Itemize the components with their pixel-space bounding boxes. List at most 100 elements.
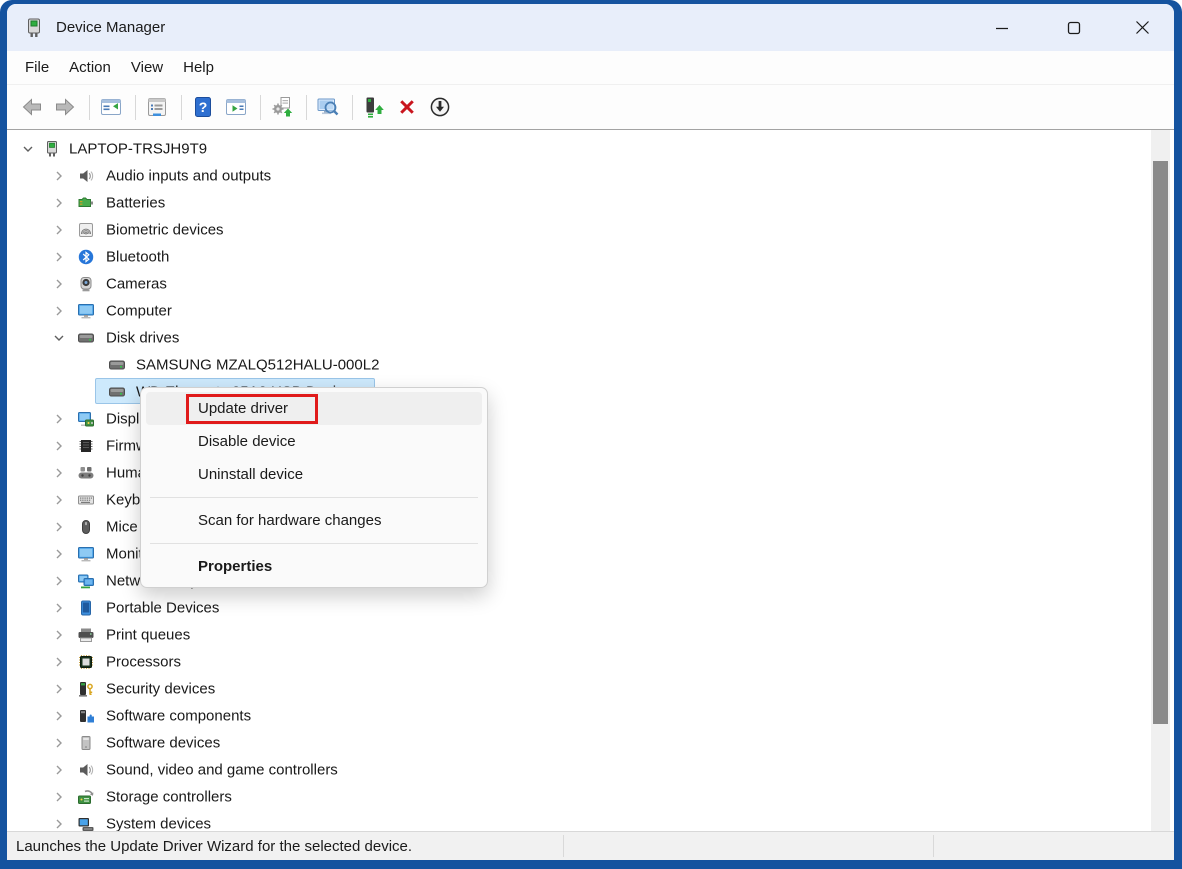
minimize-icon bbox=[995, 21, 1009, 35]
speaker-icon bbox=[77, 167, 95, 185]
svg-text:?: ? bbox=[199, 99, 208, 115]
tree-item-computer[interactable]: Computer bbox=[7, 297, 1174, 324]
tree-item-batteries[interactable]: Batteries bbox=[7, 189, 1174, 216]
vertical-scrollbar[interactable] bbox=[1151, 130, 1170, 831]
cpu-icon bbox=[77, 653, 95, 671]
tree-item-samsung-mzalq512halu-000l2[interactable]: SAMSUNG MZALQ512HALU-000L2 bbox=[7, 351, 1174, 378]
tree-item-label: System devices bbox=[106, 815, 211, 831]
tree-item-software-devices[interactable]: Software devices bbox=[7, 729, 1174, 756]
chevron-right-icon[interactable] bbox=[53, 521, 65, 533]
display-adapter-icon bbox=[77, 410, 95, 428]
toolbar-show-action-pane-button[interactable] bbox=[221, 92, 251, 122]
chevron-down-icon[interactable] bbox=[53, 332, 65, 344]
chevron-right-icon[interactable] bbox=[53, 494, 65, 506]
chevron-right-icon[interactable] bbox=[53, 170, 65, 182]
context-menu-item-uninstall-device[interactable]: Uninstall device bbox=[146, 458, 482, 491]
menu-help[interactable]: Help bbox=[173, 52, 224, 84]
toolbar-update-driver-software-button[interactable] bbox=[267, 92, 297, 122]
keyboard-icon bbox=[77, 491, 95, 509]
tree-item-laptop-trsjh9t9[interactable]: LAPTOP-TRSJH9T9 bbox=[7, 135, 1174, 162]
toolbar-separator bbox=[352, 95, 353, 120]
chevron-right-icon[interactable] bbox=[53, 710, 65, 722]
tree-item-biometric-devices[interactable]: Biometric devices bbox=[7, 216, 1174, 243]
chevron-right-icon[interactable] bbox=[53, 602, 65, 614]
printer-icon bbox=[77, 626, 95, 644]
context-menu-item-properties[interactable]: Properties bbox=[146, 550, 482, 583]
chevron-right-icon[interactable] bbox=[53, 548, 65, 560]
chevron-right-icon[interactable] bbox=[53, 737, 65, 749]
tree-item-bluetooth[interactable]: Bluetooth bbox=[7, 243, 1174, 270]
statusbar-separator bbox=[563, 835, 564, 857]
chevron-right-icon[interactable] bbox=[53, 764, 65, 776]
chevron-right-icon[interactable] bbox=[53, 413, 65, 425]
chevron-right-icon[interactable] bbox=[53, 683, 65, 695]
tree-item-label: Disk drives bbox=[106, 329, 179, 346]
menu-file[interactable]: File bbox=[15, 52, 59, 84]
properties-icon bbox=[145, 95, 169, 119]
chevron-right-icon[interactable] bbox=[53, 629, 65, 641]
device-manager-window: Device Manager FileActionViewHelp ? LAPT… bbox=[7, 4, 1174, 860]
tree-item-label: Biometric devices bbox=[106, 221, 224, 238]
chevron-down-icon[interactable] bbox=[22, 143, 34, 155]
toolbar-help-button[interactable]: ? bbox=[188, 92, 218, 122]
tree-item-portable-devices[interactable]: Portable Devices bbox=[7, 594, 1174, 621]
tree-item-security-devices[interactable]: Security devices bbox=[7, 675, 1174, 702]
toolbar-forward-button[interactable] bbox=[50, 92, 80, 122]
disk-icon bbox=[108, 356, 126, 374]
minimize-button[interactable] bbox=[966, 4, 1038, 51]
chevron-right-icon[interactable] bbox=[53, 818, 65, 830]
chevron-right-icon[interactable] bbox=[53, 575, 65, 587]
chevron-right-icon[interactable] bbox=[53, 278, 65, 290]
tree-item-label: SAMSUNG MZALQ512HALU-000L2 bbox=[136, 356, 379, 373]
tree-item-system-devices[interactable]: System devices bbox=[7, 810, 1174, 831]
software-device-icon bbox=[77, 734, 95, 752]
toolbar-update-driver-button[interactable] bbox=[359, 92, 389, 122]
toolbar-back-button[interactable] bbox=[17, 92, 47, 122]
tree-item-disk-drives[interactable]: Disk drives bbox=[7, 324, 1174, 351]
tree-item-label: Storage controllers bbox=[106, 788, 232, 805]
back-icon bbox=[20, 95, 44, 119]
tree-item-label: Security devices bbox=[106, 680, 215, 697]
chevron-right-icon[interactable] bbox=[53, 305, 65, 317]
chevron-right-icon[interactable] bbox=[53, 251, 65, 263]
context-menu-item-scan-for-hardware-changes[interactable]: Scan for hardware changes bbox=[146, 504, 482, 537]
chevron-right-icon[interactable] bbox=[53, 224, 65, 236]
tree-item-sound-video-and-game-controllers[interactable]: Sound, video and game controllers bbox=[7, 756, 1174, 783]
tree-item-label: Sound, video and game controllers bbox=[106, 761, 338, 778]
close-button[interactable] bbox=[1110, 4, 1174, 51]
tree-item-print-queues[interactable]: Print queues bbox=[7, 621, 1174, 648]
chevron-right-icon[interactable] bbox=[53, 656, 65, 668]
title-bar[interactable]: Device Manager bbox=[7, 4, 1174, 51]
tree-item-software-components[interactable]: Software components bbox=[7, 702, 1174, 729]
toolbar-scan-for-hardware-changes-button[interactable] bbox=[313, 92, 343, 122]
security-icon bbox=[77, 680, 95, 698]
tree-item-audio-inputs-and-outputs[interactable]: Audio inputs and outputs bbox=[7, 162, 1174, 189]
monitor-icon bbox=[77, 545, 95, 563]
disk-icon bbox=[77, 329, 95, 347]
help-icon: ? bbox=[191, 95, 215, 119]
scrollbar-thumb[interactable] bbox=[1153, 161, 1168, 724]
console-tree-icon bbox=[99, 95, 123, 119]
menu-view[interactable]: View bbox=[121, 52, 173, 84]
tree-item-cameras[interactable]: Cameras bbox=[7, 270, 1174, 297]
mouse-icon bbox=[77, 518, 95, 536]
chevron-right-icon[interactable] bbox=[53, 197, 65, 209]
tree-item-processors[interactable]: Processors bbox=[7, 648, 1174, 675]
menu-action[interactable]: Action bbox=[59, 52, 121, 84]
tree-item-label: Bluetooth bbox=[106, 248, 169, 265]
chevron-right-icon[interactable] bbox=[53, 467, 65, 479]
chevron-right-icon[interactable] bbox=[53, 791, 65, 803]
toolbar-separator bbox=[306, 95, 307, 120]
maximize-button[interactable] bbox=[1038, 4, 1110, 51]
tree-item-storage-controllers[interactable]: Storage controllers bbox=[7, 783, 1174, 810]
context-menu-separator bbox=[150, 497, 478, 498]
chevron-right-icon[interactable] bbox=[53, 440, 65, 452]
context-menu: Update driverDisable deviceUninstall dev… bbox=[140, 387, 488, 588]
toolbar-properties-button[interactable] bbox=[142, 92, 172, 122]
toolbar-uninstall-device-button[interactable] bbox=[392, 92, 422, 122]
toolbar-disable-device-button[interactable] bbox=[425, 92, 455, 122]
toolbar-show-console-tree-button[interactable] bbox=[96, 92, 126, 122]
context-menu-item-disable-device[interactable]: Disable device bbox=[146, 425, 482, 458]
action-pane-icon bbox=[224, 95, 248, 119]
fingerprint-icon bbox=[77, 221, 95, 239]
